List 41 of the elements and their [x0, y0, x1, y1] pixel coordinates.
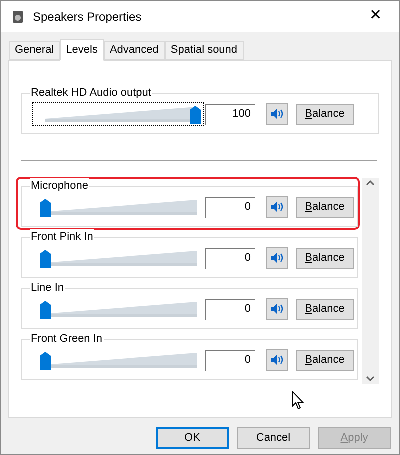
slider-thumb[interactable]: [40, 250, 51, 268]
mute-button[interactable]: [266, 349, 288, 371]
level-field[interactable]: 0: [205, 298, 255, 320]
slider-thumb[interactable]: [40, 301, 51, 319]
level-field[interactable]: 0: [205, 350, 255, 370]
channel-label: Microphone: [30, 178, 90, 194]
scroll-up-icon[interactable]: [366, 180, 376, 186]
speaker-icon: [270, 302, 284, 316]
close-button[interactable]: ✕: [353, 1, 399, 32]
dialog-button[interactable]: OK: [156, 427, 229, 449]
scroll-down-icon[interactable]: [366, 376, 376, 382]
balance-button[interactable]: Balance: [296, 196, 354, 218]
cursor-icon: [292, 391, 304, 410]
speaker-device-icon: [11, 10, 25, 24]
speaker-icon: [270, 353, 284, 367]
tab[interactable]: Advanced: [104, 41, 165, 60]
tab[interactable]: Levels: [60, 39, 104, 61]
dialog-button[interactable]: Cancel: [237, 427, 310, 449]
tab[interactable]: General: [9, 41, 60, 60]
tab[interactable]: Spatial sound: [164, 41, 244, 60]
speaker-icon: [270, 107, 284, 121]
mute-button[interactable]: [266, 196, 288, 218]
balance-button[interactable]: Balance: [296, 350, 354, 370]
level-field[interactable]: 0: [205, 248, 255, 268]
slider-thumb[interactable]: [40, 352, 51, 370]
balance-button[interactable]: Balance: [296, 298, 354, 320]
balance-button[interactable]: Balance: [296, 248, 354, 268]
level-field[interactable]: 100: [205, 104, 255, 124]
balance-button[interactable]: Balance: [296, 104, 354, 124]
slider-thumb[interactable]: [190, 106, 201, 124]
speaker-icon: [270, 200, 284, 214]
scrollbar[interactable]: [362, 178, 379, 384]
mute-button[interactable]: [266, 103, 288, 125]
window-title: Speakers Properties: [33, 8, 142, 26]
speaker-icon: [270, 251, 284, 265]
volume-slider[interactable]: [32, 102, 204, 126]
mute-button[interactable]: [266, 298, 288, 320]
mute-button[interactable]: [266, 247, 288, 269]
channel-label: Realtek HD Audio output: [30, 85, 152, 101]
slider-thumb[interactable]: [40, 199, 51, 217]
level-field[interactable]: 0: [205, 196, 255, 218]
